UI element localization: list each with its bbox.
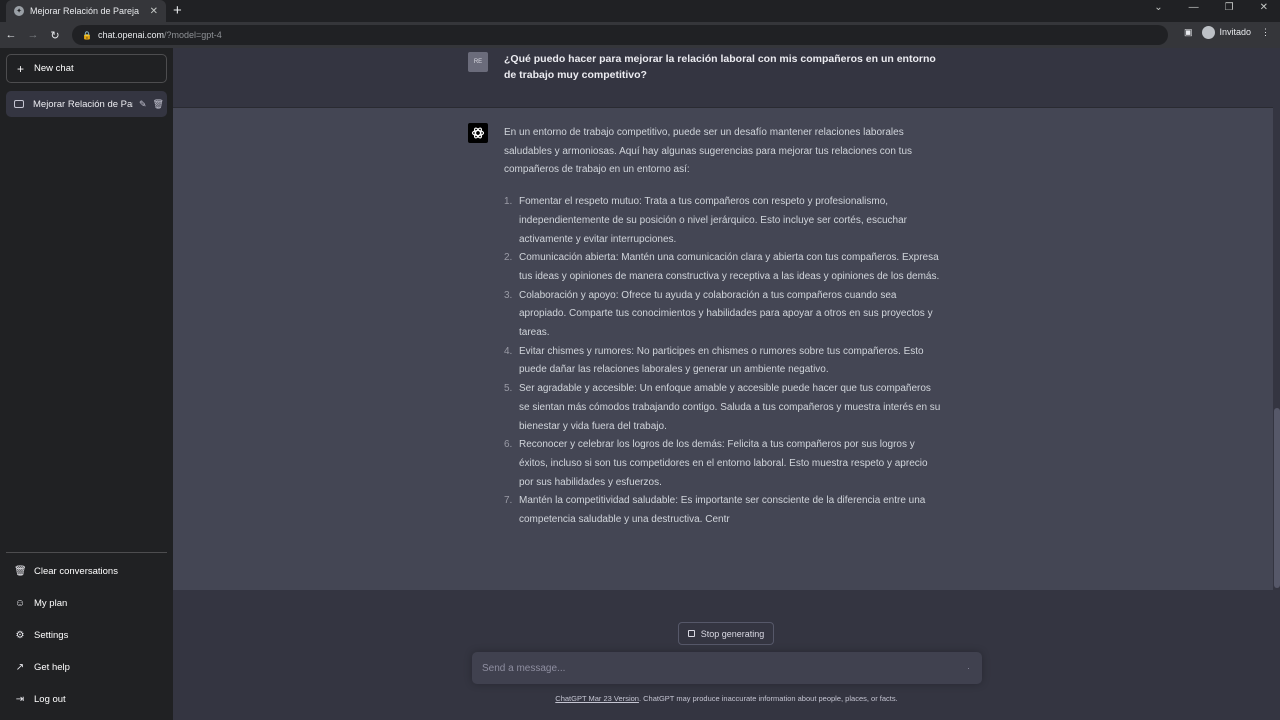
user-message-row: RE ¿Qué puedo hacer para mejorar la rela…	[173, 48, 1273, 108]
assistant-message-row: En un entorno de trabajo competitivo, pu…	[173, 108, 1273, 590]
conversation-title: Mejorar Relación de Pareja	[33, 98, 133, 110]
user-avatar: RE	[468, 52, 488, 72]
new-chat-button[interactable]: + New chat	[6, 54, 167, 83]
list-item-number: 2.	[504, 252, 513, 264]
list-item-number: 1.	[504, 196, 513, 208]
my-plan-button[interactable]: ☺ My plan	[6, 587, 167, 619]
list-item: 2. Comunicación abierta: Mantén una comun…	[504, 249, 944, 286]
minimize-icon[interactable]: —	[1189, 2, 1199, 13]
browser-toolbar: ← → ↻ 🔒 chat.openai.com/?model=gpt-4 ▣ I…	[0, 22, 1280, 48]
url-host: chat.openai.com	[97, 30, 165, 40]
stop-generating-button[interactable]: Stop generating	[678, 622, 774, 645]
browser-menu-icon[interactable]: ⋮	[1261, 27, 1270, 38]
loading-dots-icon: ·	[967, 663, 970, 673]
assistant-message: En un entorno de trabajo competitivo, pu…	[504, 124, 944, 530]
list-item-text: Evitar chismes y rumores: No participes …	[519, 345, 924, 376]
lock-icon[interactable]: 🔒	[82, 31, 92, 40]
settings-button[interactable]: ⚙ Settings	[6, 619, 167, 651]
list-item-text: Comunicación abierta: Mantén una comunic…	[519, 252, 940, 282]
delete-icon[interactable]: 🗑	[153, 99, 164, 110]
browser-tab-bar: ✦ Mejorar Relación de Pareja ✕ + ⌄ — ❐ ✕	[0, 0, 1280, 22]
new-tab-button[interactable]: +	[173, 2, 182, 20]
profile-button[interactable]: Invitado	[1202, 26, 1251, 39]
tab-title: Mejorar Relación de Pareja	[30, 6, 140, 16]
sidebar-divider	[6, 552, 167, 553]
list-item-number: 3.	[504, 289, 513, 301]
clear-conversations-button[interactable]: 🗑 Clear conversations	[6, 555, 167, 587]
sidebar: + New chat Mejorar Relación de Pareja ✎ …	[0, 48, 173, 720]
list-item: 5. Ser agradable y accesible: Un enfoque …	[504, 380, 944, 436]
list-item: 7. Mantén la competitividad saludable: Es…	[504, 492, 944, 529]
reload-icon[interactable]: ↻	[44, 29, 66, 42]
get-help-label: Get help	[34, 661, 70, 673]
browser-tab[interactable]: ✦ Mejorar Relación de Pareja ✕	[6, 0, 166, 22]
list-item-text: Mantén la competitividad saludable: Es i…	[519, 495, 926, 526]
list-item-text: Colaboración y apoyo: Ofrece tu ayuda y …	[519, 289, 933, 339]
list-item-number: 5.	[504, 383, 513, 395]
back-icon[interactable]: ←	[0, 29, 22, 41]
log-out-label: Log out	[34, 693, 66, 705]
scrollbar[interactable]	[1274, 408, 1280, 588]
restore-icon[interactable]: ❐	[1225, 2, 1234, 13]
user-message: ¿Qué puedo hacer para mejorar la relació…	[504, 53, 936, 81]
clear-conversations-label: Clear conversations	[34, 565, 118, 577]
message-input-box: ·	[472, 652, 982, 684]
composer-area: Stop generating · ChatGPT Mar 23 Version…	[173, 590, 1280, 720]
list-item: 4. Evitar chismes y rumores: No participe…	[504, 343, 944, 380]
conversation-item[interactable]: Mejorar Relación de Pareja ✎ 🗑	[6, 91, 167, 117]
list-item-number: 4.	[504, 345, 513, 357]
address-bar[interactable]: 🔒 chat.openai.com/?model=gpt-4	[72, 25, 1168, 45]
external-link-icon: ↗	[15, 661, 25, 673]
my-plan-label: My plan	[34, 597, 68, 609]
forward-icon[interactable]: →	[22, 29, 44, 41]
settings-label: Settings	[34, 629, 69, 641]
sidebar-menu: 🗑 Clear conversations ☺ My plan ⚙ Settin…	[6, 555, 167, 715]
suggestion-list: 1. Fomentar el respeto mutuo: Trata a tus…	[504, 193, 944, 530]
list-item-number: 7.	[504, 495, 513, 507]
plus-icon: +	[17, 61, 25, 76]
message-input[interactable]	[482, 660, 952, 676]
user-icon: ☺	[14, 597, 26, 609]
stop-icon	[687, 630, 695, 637]
profile-label: Invitado	[1219, 26, 1251, 37]
openai-favicon-icon: ✦	[14, 6, 24, 16]
stop-generating-label: Stop generating	[700, 628, 765, 639]
trash-icon: 🗑	[14, 565, 27, 577]
openai-logo-svg	[471, 127, 485, 139]
tab-search-icon[interactable]: ⌄	[1154, 2, 1162, 13]
list-item-text: Ser agradable y accesible: Un enfoque am…	[519, 383, 941, 432]
get-help-button[interactable]: ↗ Get help	[6, 651, 167, 683]
list-item: 1. Fomentar el respeto mutuo: Trata a tus…	[504, 193, 944, 249]
list-item: 3. Colaboración y apoyo: Ofrece tu ayuda …	[504, 287, 944, 343]
edit-icon[interactable]: ✎	[139, 99, 147, 110]
footer-disclaimer: ChatGPT Mar 23 Version. ChatGPT may prod…	[173, 694, 1280, 703]
list-item-text: Fomentar el respeto mutuo: Trata a tus c…	[519, 196, 907, 245]
profile-avatar-icon	[1202, 26, 1216, 39]
list-item-number: 6.	[504, 439, 513, 451]
window-controls: ⌄ — ❐ ✕	[1154, 2, 1268, 13]
disclaimer-text: . ChatGPT may produce inaccurate informa…	[638, 694, 898, 703]
close-window-icon[interactable]: ✕	[1260, 2, 1268, 13]
logout-icon: ⇥	[15, 693, 25, 705]
openai-logo-icon	[468, 123, 488, 143]
log-out-button[interactable]: ⇥ Log out	[6, 683, 167, 715]
close-tab-icon[interactable]: ✕	[150, 6, 158, 17]
list-item: 6. Reconocer y celebrar los logros de los…	[504, 436, 944, 492]
gear-icon: ⚙	[15, 629, 25, 641]
version-link[interactable]: ChatGPT Mar 23 Version	[555, 694, 639, 703]
chat-main: RE ¿Qué puedo hacer para mejorar la rela…	[173, 48, 1280, 720]
new-chat-label: New chat	[34, 63, 74, 74]
chat-bubble-icon	[14, 100, 24, 108]
url-path: /?model=gpt-4	[164, 30, 222, 40]
side-panel-icon[interactable]: ▣	[1184, 27, 1193, 38]
assistant-intro: En un entorno de trabajo competitivo, pu…	[504, 127, 913, 176]
list-item-text: Reconocer y celebrar los logros de los d…	[519, 439, 928, 488]
